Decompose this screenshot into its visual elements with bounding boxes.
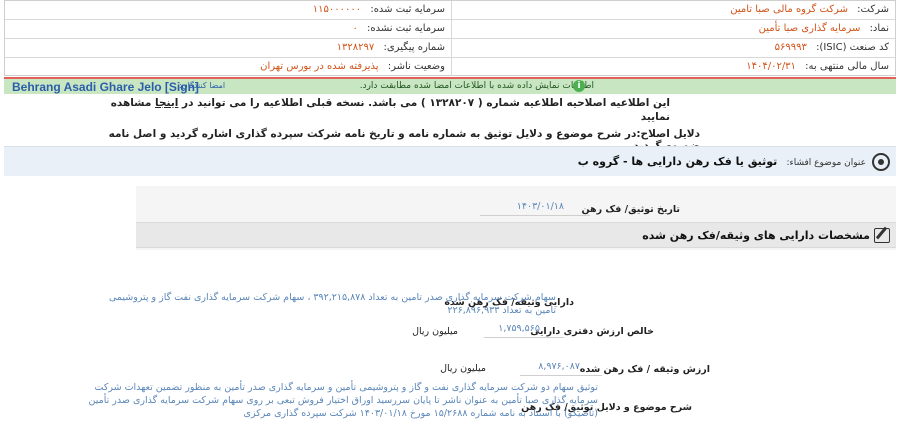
tracking-label: شماره پیگیری: (383, 42, 445, 53)
asset-value: سهام شرکت سرمایه گذاری صدر تامین به تعدا… (0, 291, 556, 317)
collateral-underline (520, 375, 602, 376)
isic-cell: کد صنعت (ISIC): ۵۶۹۹۹۳ (455, 39, 895, 57)
asset-value-line: تامین به تعداد ۲۲۶,۸۹۶,۹۳۳ (447, 305, 556, 316)
date-value: ۱۴۰۳/۰۱/۱۸ (516, 201, 564, 212)
net-book-unit: میلیون ریال (412, 326, 458, 337)
signature-match-message: اطلاعات نمایش داده شده با اطلاعات امضا ش… (359, 81, 594, 91)
correction-note: این اطلاعیه اصلاحیه اطلاعیه شماره ( ۱۳۲۸… (110, 96, 670, 124)
description-line: سرمایه گذاری صبا تأمین به عنوان ناشر تا … (88, 395, 598, 406)
info-row: سال مالی منتهی به: ۱۴۰۴/۰۲/۳۱ وضعیت ناشر… (5, 58, 895, 77)
company-value: شرکت گروه مالی صبا تامین (730, 4, 848, 15)
edit-icon (874, 228, 890, 243)
fiscal-label: سال مالی منتهی به: (805, 61, 889, 72)
asset-value-line: سهام شرکت سرمایه گذاری صدر تامین به تعدا… (108, 292, 556, 303)
date-underline (480, 215, 590, 216)
symbol-cell: نماد: سرمایه گذاری صبا تأمین (455, 20, 895, 38)
publisher-label: وضعیت ناشر: (387, 61, 445, 72)
company-label: شرکت: (857, 4, 889, 15)
correction-text: این اطلاعیه اصلاحیه اطلاعیه شماره ( ۱۳۲۸… (182, 97, 670, 109)
subject-title: توثیق یا فک رهن دارایی ها - گروه ب (577, 155, 778, 168)
tracking-value: ۱۳۲۸۲۹۷ (336, 42, 375, 53)
unreg-capital-value: ۰ (352, 23, 358, 34)
symbol-value: سرمایه گذاری صبا تأمین (758, 23, 861, 34)
company-cell: شرکت: شرکت گروه مالی صبا تامین (455, 1, 895, 19)
info-row: کد صنعت (ISIC): ۵۶۹۹۹۳ شماره پیگیری: ۱۳۲… (5, 39, 895, 58)
signers-label: امضا کنندگان: (179, 81, 226, 90)
unreg-capital-label: سرمایه ثبت نشده: (367, 23, 445, 34)
info-row: شرکت: شرکت گروه مالی صبا تامین سرمایه ثب… (5, 1, 895, 20)
reg-capital-label: سرمایه ثبت شده: (370, 4, 445, 15)
tracking-cell: شماره پیگیری: ۱۳۲۸۲۹۷ (5, 39, 452, 57)
fiscal-value: ۱۴۰۴/۰۲/۳۱ (746, 61, 796, 72)
publisher-value: پذیرفته شده در بورس تهران (260, 61, 379, 72)
collateral-label: ارزش وثیقه / فک رهن شده (579, 364, 710, 375)
signer-name-link[interactable]: Behrang Asadi Ghare Jelo [Sign] (12, 80, 199, 94)
publisher-cell: وضعیت ناشر: پذیرفته شده در بورس تهران (5, 58, 452, 76)
assets-section-bar: مشخصات دارایی های وثیقه/فک رهن شده (136, 222, 896, 248)
subject-label: عنوان موضوع افشاء: (786, 158, 866, 168)
reg-capital-value: ۱۱۵۰۰۰۰۰۰ (312, 4, 362, 15)
date-label: تاریخ توثیق/ فک رهن (581, 204, 681, 215)
isic-label: کد صنعت (ISIC): (816, 42, 889, 53)
info-row: نماد: سرمایه گذاری صبا تأمین سرمایه ثبت … (5, 20, 895, 39)
collateral-unit: میلیون ریال (440, 363, 486, 374)
assets-section-title: مشخصات دارایی های وثیقه/فک رهن شده (642, 229, 870, 242)
subject-bar: عنوان موضوع افشاء: توثیق یا فک رهن دارای… (4, 146, 896, 176)
symbol-label: نماد: (869, 23, 889, 34)
unreg-capital-cell: سرمایه ثبت نشده: ۰ (5, 20, 452, 38)
net-book-value: ۱,۷۵۹,۵۶۵ (498, 323, 540, 334)
reg-capital-cell: سرمایه ثبت شده: ۱۱۵۰۰۰۰۰۰ (5, 1, 452, 19)
collateral-value: ۸,۹۷۶,۰۸۷ (538, 361, 580, 372)
info-icon: i (573, 80, 585, 92)
company-info-table: شرکت: شرکت گروه مالی صبا تامین سرمایه ثب… (4, 0, 896, 76)
description-line: (تاصیکو) با استناد به نامه شماره ۱۵/۲۶۸۸… (243, 408, 598, 419)
description-value: توثیق سهام دو شرکت سرمایه گذاری نفت و گا… (38, 381, 598, 420)
net-book-label: خالص ارزش دفتری دارایی (530, 326, 654, 337)
previous-version-link[interactable]: اینجا (155, 97, 178, 109)
fiscal-cell: سال مالی منتهی به: ۱۴۰۴/۰۲/۳۱ (455, 58, 895, 76)
signature-bar: Behrang Asadi Ghare Jelo [Sign] امضا کنن… (4, 77, 896, 94)
net-book-underline (484, 337, 564, 338)
description-line: توثیق سهام دو شرکت سرمایه گذاری نفت و گا… (94, 382, 598, 393)
subject-line: عنوان موضوع افشاء: توثیق یا فک رهن دارای… (578, 155, 866, 168)
isic-value: ۵۶۹۹۹۳ (774, 42, 807, 53)
target-icon (872, 153, 890, 171)
